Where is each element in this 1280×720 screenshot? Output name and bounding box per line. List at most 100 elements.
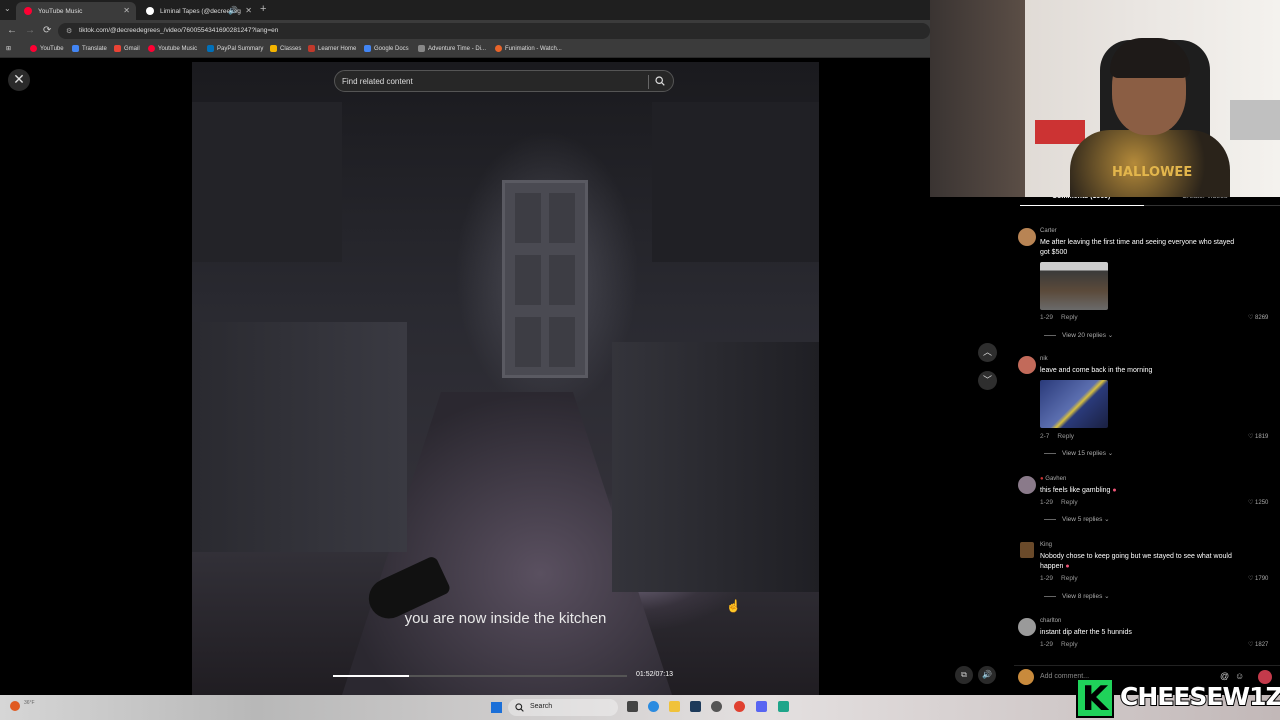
tab-youtube-music[interactable]: YouTube Music ✕ (16, 2, 136, 20)
task-view-icon[interactable] (627, 701, 638, 712)
comment-text: Me after leaving the first time and seei… (1040, 239, 1235, 256)
close-tab-icon[interactable]: ✕ (245, 6, 252, 15)
comment-item: charlton instant dip after the 5 hunnids… (1018, 618, 1280, 658)
steam-icon[interactable] (690, 701, 701, 712)
video-subtitle: you are now inside the kitchen (404, 610, 607, 627)
view-replies-button[interactable]: View 8 replies ⌄ (1044, 592, 1110, 600)
bookmark-funimation[interactable]: Funimation - Watch... (495, 45, 562, 52)
comment-meta: 2-7 Reply (1040, 433, 1074, 440)
view-replies-button[interactable]: View 20 replies ⌄ (1044, 331, 1113, 339)
like-count[interactable]: ♡ 1819 (1248, 433, 1268, 440)
windows-start-icon[interactable] (491, 702, 502, 713)
address-bar[interactable]: ⚙ tiktok.com/@decreedegrees_/video/76005… (58, 23, 930, 39)
chevron-down-icon: ﹀ (982, 375, 992, 385)
learner-home-icon (308, 45, 315, 52)
search-icon[interactable] (655, 76, 665, 88)
comment-date: 1-29 (1040, 499, 1054, 506)
avatar[interactable] (1018, 228, 1036, 246)
picture-in-picture-button[interactable]: ⧉ (955, 666, 973, 684)
app-icon[interactable] (778, 701, 789, 712)
comment-author[interactable]: nik (1040, 356, 1048, 362)
streamer-logo: K CHEESEW1Z (1076, 676, 1280, 720)
bookmark-gmail[interactable]: Gmail (114, 45, 140, 52)
app-icon[interactable] (711, 701, 722, 712)
forward-icon[interactable]: → (25, 25, 35, 36)
tab-search-icon[interactable]: ⌄ (4, 4, 11, 13)
volume-button[interactable]: 🔊 (978, 666, 996, 684)
avatar (1018, 669, 1034, 685)
video-left-counter (192, 322, 407, 552)
bookmarks-bar: ⊞ YouTube Translate Gmail Youtube Music … (0, 42, 930, 58)
comment-author[interactable]: King (1040, 542, 1052, 548)
avatar[interactable] (1018, 476, 1036, 494)
gmail-icon (114, 45, 121, 52)
reply-button[interactable]: Reply (1061, 641, 1078, 648)
reply-button[interactable]: Reply (1057, 433, 1074, 440)
comment-item: King Nobody chose to keep going but we s… (1018, 542, 1280, 614)
navigation-bar: ← → ⟳ ⚙ tiktok.com/@decreedegrees_/video… (0, 20, 930, 42)
reply-button[interactable]: Reply (1061, 575, 1078, 582)
video-right-counter (612, 342, 819, 592)
bookmark-learner-home[interactable]: Learner Home (308, 45, 356, 52)
comment-author[interactable]: ● Gavhen (1040, 476, 1066, 482)
reply-button[interactable]: Reply (1061, 314, 1078, 321)
comment-text: instant dip after the 5 hunnids (1040, 629, 1132, 636)
audio-playing-icon[interactable]: 🔊 (228, 6, 238, 15)
tab-title: YouTube Music (38, 7, 83, 15)
previous-video-button[interactable]: ︿ (978, 343, 997, 362)
reply-button[interactable]: Reply (1061, 499, 1078, 506)
close-tab-icon[interactable]: ✕ (123, 6, 130, 15)
comment-date: 1-29 (1040, 314, 1054, 321)
adventure-time-icon (418, 45, 425, 52)
chrome-icon[interactable] (734, 701, 745, 712)
bookmark-classes[interactable]: Classes (270, 45, 301, 52)
webcam-shirt (1070, 130, 1230, 197)
discord-icon[interactable] (756, 701, 767, 712)
comment-item: Carter Me after leaving the first time a… (1018, 228, 1280, 343)
edge-icon[interactable] (648, 701, 659, 712)
close-video-button[interactable]: ✕ (8, 69, 30, 91)
bookmark-paypal[interactable]: PayPal Summary (207, 45, 263, 52)
reload-icon[interactable]: ⟳ (43, 25, 51, 36)
view-replies-button[interactable]: View 5 replies ⌄ (1044, 515, 1110, 523)
comment-text: this feels like gambling ● (1040, 487, 1117, 494)
video-upper-cabinets-right (652, 102, 819, 262)
avatar[interactable] (1018, 356, 1036, 374)
apps-icon[interactable]: ⊞ (6, 45, 11, 52)
bookmark-youtube[interactable]: YouTube (30, 45, 64, 52)
tab-liminal-tapes[interactable]: Liminal Tapes (@decreedeg 🔊 ✕ (138, 2, 258, 20)
weather-icon[interactable] (10, 701, 20, 711)
avatar[interactable] (1020, 542, 1034, 558)
back-icon[interactable]: ← (7, 25, 17, 36)
video-progress-bar[interactable] (333, 675, 627, 677)
tab-divider (1144, 205, 1280, 206)
comment-image[interactable] (1040, 380, 1108, 428)
comment-image[interactable] (1040, 262, 1108, 310)
site-info-icon[interactable]: ⚙ (66, 27, 72, 35)
related-content-search-input[interactable]: Find related content (334, 70, 674, 92)
bookmark-google-docs[interactable]: Google Docs (364, 45, 409, 52)
volume-icon: 🔊 (982, 670, 992, 679)
comment-author[interactable]: charlton (1040, 618, 1061, 624)
like-count[interactable]: ♡ 1827 (1248, 641, 1268, 648)
comment-meta: 1-29 Reply (1040, 641, 1078, 648)
view-replies-button[interactable]: View 15 replies ⌄ (1044, 449, 1113, 457)
taskbar-search[interactable]: Search (508, 699, 618, 716)
bookmark-translate[interactable]: Translate (72, 45, 107, 52)
tiktok-favicon-icon (146, 7, 154, 15)
new-tab-button[interactable]: + (260, 3, 266, 15)
like-count[interactable]: ♡ 1250 (1248, 499, 1268, 506)
like-count[interactable]: ♡ 8269 (1248, 314, 1268, 321)
webcam-overlay: HALLOWEE (930, 0, 1280, 197)
youtube-music-favicon-icon (24, 7, 32, 15)
comment-author[interactable]: Carter (1040, 228, 1057, 234)
webcam-background-object (1230, 100, 1280, 140)
comment-item: nik leave and come back in the morning 2… (1018, 356, 1280, 466)
bookmark-adventure-time[interactable]: Adventure Time - Di... (418, 45, 486, 52)
like-count[interactable]: ♡ 1790 (1248, 575, 1268, 582)
next-video-button[interactable]: ﹀ (978, 371, 997, 390)
file-explorer-icon[interactable] (669, 701, 680, 712)
avatar[interactable] (1018, 618, 1036, 636)
video-player[interactable] (192, 62, 819, 695)
bookmark-youtube-music[interactable]: Youtube Music (148, 45, 197, 52)
